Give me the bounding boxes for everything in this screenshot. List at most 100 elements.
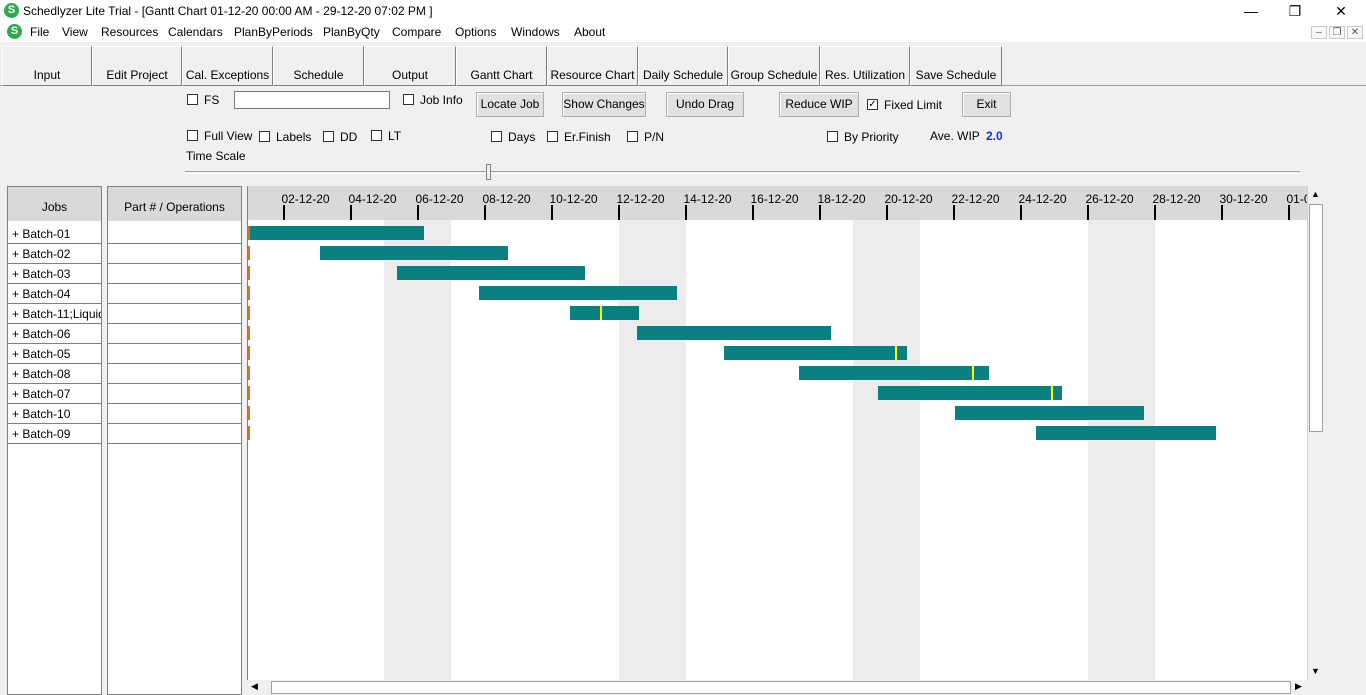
job-start-marker (248, 346, 250, 360)
part-row[interactable] (108, 284, 241, 304)
locate-job-button[interactable]: Locate Job (476, 92, 544, 117)
mdi-restore-icon[interactable]: ❐ (1329, 26, 1345, 39)
part-row[interactable] (108, 264, 241, 284)
job-row[interactable]: + Batch-02 (8, 244, 101, 264)
dd-label: DD (340, 130, 358, 144)
fs-checkbox[interactable] (187, 94, 198, 105)
labels-checkbox[interactable] (259, 131, 270, 142)
pn-checkbox[interactable] (627, 131, 638, 142)
due-date-marker (894, 346, 897, 360)
job-search-input[interactable] (234, 91, 390, 109)
gantt-bar[interactable] (397, 266, 585, 280)
menu-about[interactable]: About (574, 25, 605, 39)
job-row[interactable]: + Batch-10 (8, 404, 101, 424)
gantt-bar[interactable] (799, 366, 989, 380)
job-row[interactable]: + Batch-03 (8, 264, 101, 284)
job-info-label: Job Info (420, 93, 463, 107)
tab-input[interactable]: Input (2, 46, 92, 86)
menu-planbyperiods[interactable]: PlanByPeriods (234, 25, 313, 39)
mdi-minimize-icon[interactable]: – (1311, 26, 1327, 39)
dd-checkbox[interactable] (323, 131, 334, 142)
menu-view[interactable]: View (62, 25, 88, 39)
tab-output[interactable]: Output (364, 46, 456, 86)
job-row[interactable]: + Batch-11;Liquid (8, 304, 101, 324)
tab-edit-project[interactable]: Edit Project (92, 46, 182, 86)
part-row[interactable] (108, 364, 241, 384)
horizontal-scroll-thumb[interactable] (271, 681, 1291, 694)
lt-checkbox[interactable] (371, 130, 382, 141)
mdi-app-icon[interactable]: S (7, 24, 22, 39)
scroll-up-icon[interactable]: ▲ (1311, 189, 1320, 199)
scroll-left-icon[interactable]: ◀ (251, 681, 258, 692)
date-label: 06-12-20 (415, 192, 464, 206)
menu-windows[interactable]: Windows (511, 25, 560, 39)
gantt-bar[interactable] (636, 326, 832, 340)
tab-save-schedule[interactable]: Save Schedule (910, 46, 1002, 86)
pn-label: P/N (644, 130, 665, 144)
exit-button[interactable]: Exit (962, 92, 1011, 117)
job-row[interactable]: + Batch-08 (8, 364, 101, 384)
close-icon[interactable]: ✕ (1318, 0, 1364, 22)
gantt-bar[interactable] (250, 226, 425, 240)
gantt-bar[interactable] (320, 246, 508, 260)
job-row[interactable]: + Batch-06 (8, 324, 101, 344)
gantt-bar[interactable] (1035, 426, 1217, 440)
job-row[interactable]: + Batch-05 (8, 344, 101, 364)
gantt-bar[interactable] (724, 346, 907, 360)
part-row[interactable] (108, 324, 241, 344)
tab-group-schedule[interactable]: Group Schedule (728, 46, 820, 86)
tab-res-utilization[interactable]: Res. Utilization (820, 46, 910, 86)
job-row[interactable]: + Batch-09 (8, 424, 101, 444)
menu-file[interactable]: File (30, 25, 49, 39)
part-row[interactable] (108, 224, 241, 244)
full-view-label: Full View (204, 129, 253, 143)
job-row[interactable]: + Batch-01 (8, 224, 101, 244)
job-row[interactable]: + Batch-04 (8, 284, 101, 304)
tab-daily-schedule[interactable]: Daily Schedule (638, 46, 728, 86)
tab-gantt-chart[interactable]: Gantt Chart (456, 46, 547, 86)
tab-resource-chart[interactable]: Resource Chart (547, 46, 638, 86)
vertical-scroll-thumb[interactable] (1309, 204, 1323, 432)
job-row[interactable]: + Batch-07 (8, 384, 101, 404)
job-info-checkbox[interactable] (403, 94, 414, 105)
fixed-limit-checkbox[interactable]: ✓ (867, 99, 878, 110)
fixed-limit-label: Fixed Limit (884, 98, 943, 112)
part-row[interactable] (108, 244, 241, 264)
full-view-checkbox[interactable] (187, 130, 198, 141)
er-finish-checkbox[interactable] (547, 131, 558, 142)
menu-resources[interactable]: Resources (101, 25, 158, 39)
mdi-close-icon[interactable]: ✕ (1347, 26, 1363, 39)
menu-compare[interactable]: Compare (392, 25, 441, 39)
undo-drag-button[interactable]: Undo Drag (666, 92, 744, 117)
vertical-scrollbar[interactable]: ▲ ▼ (1307, 186, 1324, 680)
days-checkbox[interactable] (491, 131, 502, 142)
gantt-bar[interactable] (479, 286, 678, 300)
show-changes-button[interactable]: Show Changes (562, 92, 646, 117)
by-priority-checkbox[interactable] (827, 131, 838, 142)
gantt-bar[interactable] (569, 306, 639, 320)
menu-calendars[interactable]: Calendars (168, 25, 223, 39)
scroll-down-icon[interactable]: ▼ (1311, 666, 1320, 676)
time-scale-slider-thumb[interactable] (486, 164, 492, 180)
gantt-bar[interactable] (878, 386, 1063, 400)
tab-cal-exceptions[interactable]: Cal. Exceptions (182, 46, 273, 86)
scroll-right-icon[interactable]: ▶ (1295, 681, 1302, 692)
part-row[interactable] (108, 404, 241, 424)
gantt-bar[interactable] (955, 406, 1145, 420)
part-row[interactable] (108, 384, 241, 404)
horizontal-scrollbar[interactable]: ◀ ▶ (247, 680, 1307, 695)
reduce-wip-button[interactable]: Reduce WIP (779, 92, 859, 117)
menu-planbyqty[interactable]: PlanByQty (323, 25, 380, 39)
restore-icon[interactable]: ❐ (1272, 0, 1318, 22)
part-row[interactable] (108, 424, 241, 444)
date-label: 24-12-20 (1018, 192, 1067, 206)
part-row[interactable] (108, 344, 241, 364)
date-tick (349, 205, 352, 220)
part-row[interactable] (108, 304, 241, 324)
tab-schedule[interactable]: Schedule (273, 46, 364, 86)
minimize-icon[interactable]: — (1228, 0, 1274, 22)
gantt-chart-area[interactable]: 02-12-20 04-12-20 06-12-20 08-12-20 10-12-20… (247, 186, 1307, 680)
menu-options[interactable]: Options (455, 25, 496, 39)
time-scale-slider-track[interactable] (185, 171, 1300, 174)
date-label: 30-12-20 (1219, 192, 1268, 206)
